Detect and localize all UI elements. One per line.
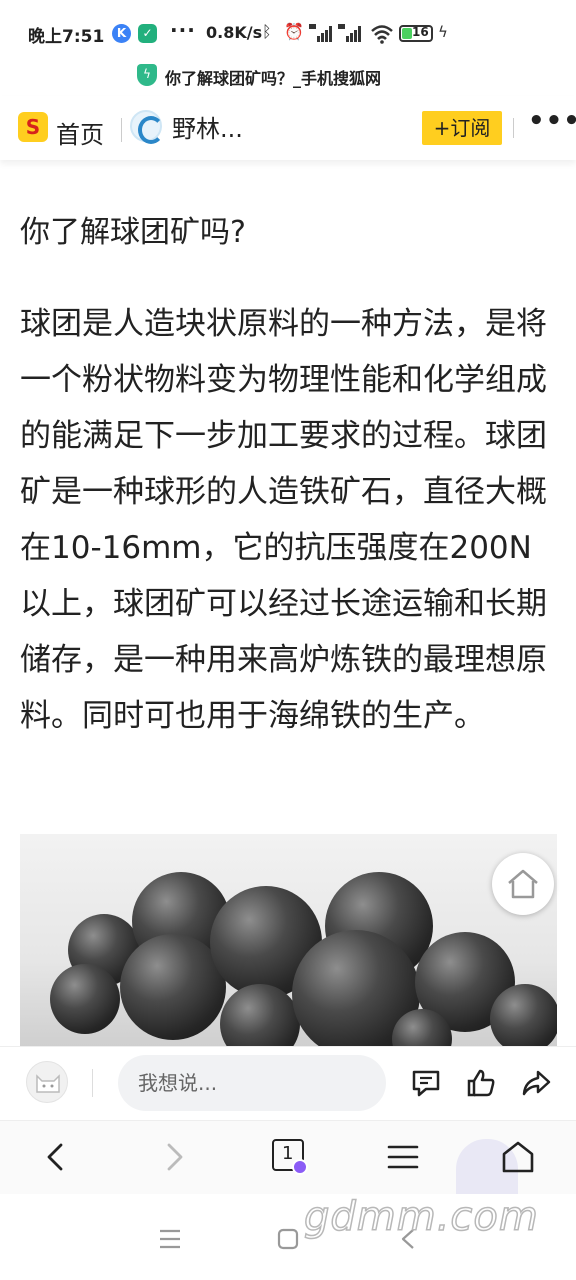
tab-count: 1 [282, 1143, 294, 1164]
alarm-icon: ⏰ [284, 22, 304, 41]
comment-bar: 我想说... [0, 1046, 576, 1120]
url-bar[interactable]: ϟ 你了解球团矿吗？_手机搜狐网 [0, 60, 576, 92]
network-speed: 0.8K/s [206, 23, 263, 42]
comment-input[interactable]: 我想说... [118, 1055, 386, 1111]
wifi-icon [371, 25, 393, 44]
k-app-icon: K [112, 24, 131, 43]
comment-divider [92, 1069, 93, 1097]
shield-app-icon: ✓ [138, 24, 157, 43]
channel-name[interactable]: 野林... [172, 109, 243, 144]
comment-icon[interactable] [410, 1067, 442, 1099]
home-link[interactable]: 首页 [56, 115, 104, 150]
back-icon[interactable] [38, 1139, 74, 1175]
bluetooth-icon: ᛒ [262, 22, 272, 41]
hd-signal-icon [309, 24, 332, 42]
incognito-badge-icon [292, 1159, 308, 1175]
pellet [490, 984, 557, 1046]
home-icon[interactable] [500, 1139, 536, 1175]
article-title: 你了解球团矿吗? [20, 215, 246, 250]
status-bar: 晚上7:51 K ✓ ··· 0.8K/s ᛒ ⏰ 16 ϟ [0, 0, 576, 64]
user-avatar[interactable] [26, 1061, 68, 1103]
article-image-pellets[interactable] [20, 834, 557, 1046]
header-divider-2 [513, 118, 514, 138]
hd-signal-icon-2 [338, 24, 361, 42]
subscribe-button[interactable]: +订阅 [422, 111, 502, 145]
menu-icon[interactable] [385, 1139, 421, 1175]
charging-icon: ϟ [438, 23, 448, 41]
share-icon[interactable] [520, 1067, 552, 1099]
browser-toolbar: 1 [0, 1120, 576, 1197]
header-divider [121, 118, 122, 142]
article-body: 球团是人造块状原料的一种方法，是将一个粉状物料变为物理性能和化学组成的能满足下一… [20, 306, 547, 734]
forward-icon[interactable] [156, 1139, 192, 1175]
site-header: S 首页 野林... +订阅 ••• [0, 96, 576, 160]
float-home-button[interactable] [492, 853, 554, 915]
tabs-button[interactable]: 1 [272, 1139, 308, 1175]
secure-shield-icon: ϟ [137, 64, 157, 86]
system-home-icon[interactable] [277, 1228, 299, 1250]
home-outline-icon [508, 869, 538, 899]
battery-fill [402, 28, 412, 39]
page-title-url[interactable]: 你了解球团矿吗？_手机搜狐网 [165, 65, 381, 89]
more-menu-button[interactable]: ••• [528, 106, 576, 136]
battery-level: 16 [412, 25, 429, 39]
battery-icon: 16 [399, 25, 433, 42]
cat-avatar-icon [36, 1074, 60, 1093]
status-time: 晚上7:51 [28, 27, 105, 47]
pellet [50, 964, 120, 1034]
more-notifications-icon: ··· [170, 18, 196, 42]
sohu-logo-icon[interactable]: S [18, 112, 48, 142]
like-icon[interactable] [465, 1067, 497, 1099]
recents-icon[interactable] [158, 1228, 182, 1250]
watermark: gdmm.com [303, 1193, 539, 1241]
channel-avatar[interactable] [130, 110, 164, 144]
